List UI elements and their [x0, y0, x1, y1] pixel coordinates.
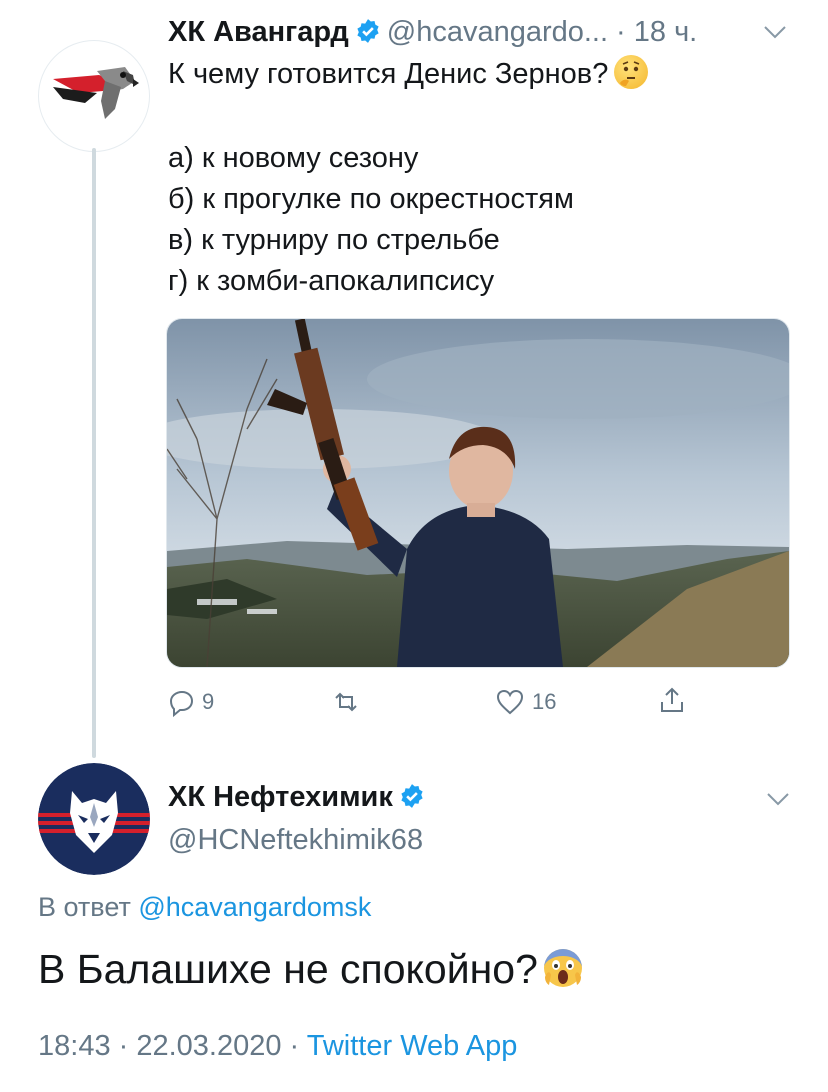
tweet2-author: ХК Нефтехимик: [168, 781, 431, 814]
reply-prefix: В ответ: [38, 892, 131, 922]
reply-context: В ответ @hcavangardomsk: [38, 892, 371, 923]
tweet1-question: К чему готовится Денис Зернов?: [168, 58, 609, 90]
tweet1-author-name[interactable]: ХК Авангард: [168, 16, 349, 48]
neftekhimik-avatar[interactable]: [38, 763, 150, 875]
tweet2-body: В Балашихе не спокойно?: [38, 946, 538, 992]
avangard-logo-icon: [53, 67, 139, 119]
share-icon: [661, 687, 683, 712]
option-a: а) к новому сезону: [168, 142, 419, 174]
tweet1-text: К чему готовится Денис Зернов?: [168, 54, 788, 95]
tweet1-actions: 9 16: [0, 686, 828, 726]
verified-badge-icon: [357, 19, 379, 43]
verified-badge-icon: [401, 784, 423, 808]
like-count: 16: [532, 689, 557, 714]
tweet2-text: В Балашихе не спокойно?: [38, 946, 584, 993]
tweet2-timestamp[interactable]: 18:43 · 22.03.2020 ·: [38, 1030, 299, 1062]
reply-button[interactable]: 9: [166, 686, 214, 718]
thinking-face-icon: [614, 55, 649, 89]
chevron-down-icon[interactable]: [765, 789, 791, 809]
tweet1-photo[interactable]: [166, 318, 790, 668]
reply-count: 9: [202, 689, 215, 714]
option-c: в) к турниру по стрельбе: [168, 224, 500, 256]
tweet2-source[interactable]: Twitter Web App: [307, 1030, 518, 1062]
reply-icon: [169, 690, 194, 718]
tweet1-handle[interactable]: @hcavangardo...: [387, 16, 608, 48]
tweet2-handle[interactable]: @HCNeftekhimik68: [168, 824, 423, 857]
retweet-icon: [335, 692, 357, 712]
tweet1-header: ХК Авангард @hcavangardo... · 18 ч.: [168, 16, 697, 49]
option-d: г) к зомби-апокалипсису: [168, 265, 495, 297]
reply-handle-link[interactable]: @hcavangardomsk: [138, 892, 371, 922]
retweet-button[interactable]: [330, 686, 362, 718]
screaming-face-icon: [542, 947, 584, 989]
man-with-rifle-photo: [167, 319, 789, 667]
tweet1-options: а) к новому сезону б) к прогулке по окре…: [168, 138, 788, 302]
tweet2-author-name[interactable]: ХК Нефтехимик: [168, 781, 393, 813]
share-button[interactable]: [656, 684, 688, 716]
tweet2-meta: 18:43 · 22.03.2020 · Twitter Web App: [38, 1030, 517, 1063]
chevron-down-icon[interactable]: [762, 22, 788, 42]
heart-icon: [496, 689, 524, 715]
avangard-avatar[interactable]: [38, 40, 150, 152]
tweet1-time[interactable]: · 18 ч.: [616, 16, 697, 48]
thread-line: [92, 148, 96, 758]
option-b: б) к прогулке по окрестностям: [168, 183, 574, 215]
neftekhimik-logo-icon: [38, 763, 150, 875]
like-button[interactable]: 16: [494, 686, 556, 718]
